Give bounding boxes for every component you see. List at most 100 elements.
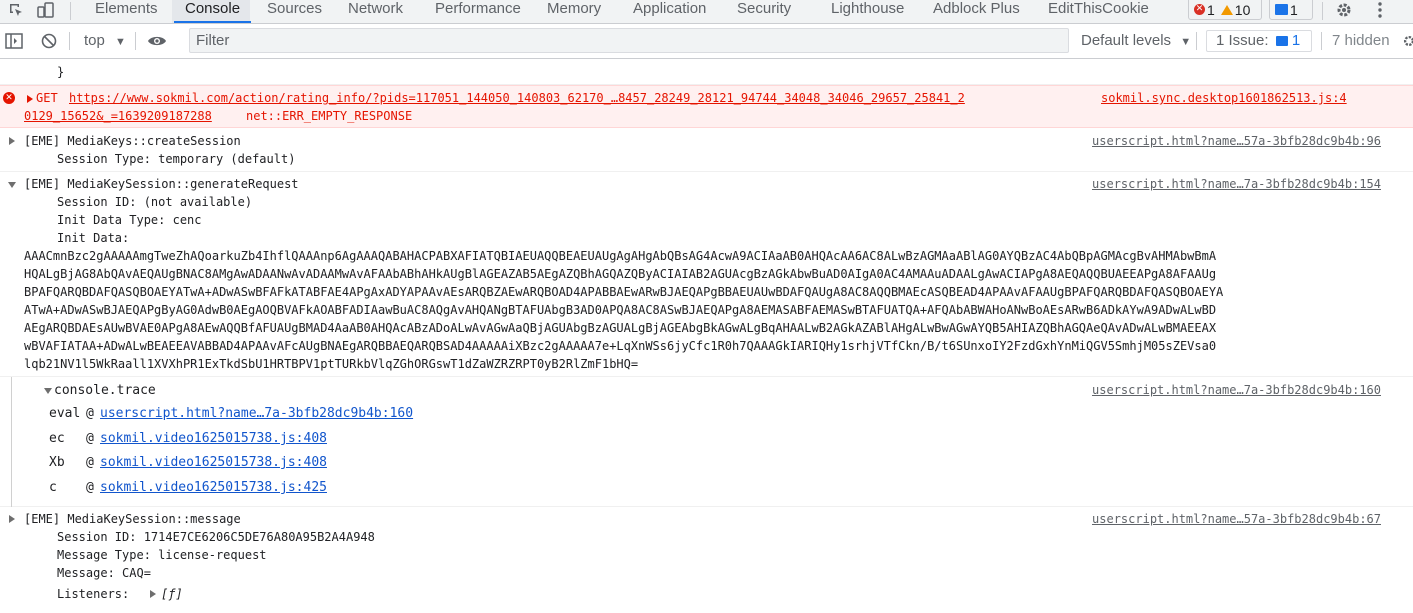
tab-security[interactable]: Security	[737, 0, 791, 23]
filter-input[interactable]	[189, 28, 1069, 53]
chevron-down-icon: ▼	[1180, 36, 1192, 48]
error-circle-icon: ✕	[3, 92, 15, 104]
error-source-link[interactable]: sokmil.sync.desktop1601862513.js:4	[1101, 91, 1347, 106]
stack-frame-function: c	[49, 480, 57, 495]
tab-network[interactable]: Network	[348, 0, 403, 23]
tab-application[interactable]: Application	[633, 0, 706, 23]
message-title: [EME] MediaKeySession::generateRequest	[24, 177, 299, 191]
issues-button[interactable]: 1 Issue: 1	[1206, 30, 1312, 52]
message-source-link[interactable]: userscript.html?name…7a-3bfb28dc9b4b:160	[1092, 383, 1381, 398]
stack-frame-function: ec	[49, 431, 65, 446]
live-expression-eye-icon[interactable]	[146, 31, 168, 51]
message-detail: Session ID: 1714E7CE6206C5DE76A80A95B2A4…	[57, 530, 375, 544]
hidden-count: 7 hidden	[1332, 32, 1390, 49]
init-data-line: wBVAFIATAA+ADwALwBEAEEAVABBAD4APAAvAFcAU…	[24, 339, 1217, 353]
expand-triangle-icon[interactable]	[9, 515, 15, 523]
stack-frame-function: eval	[49, 406, 81, 421]
collapse-triangle-icon[interactable]	[44, 388, 52, 394]
tab-elements[interactable]: Elements	[95, 0, 158, 23]
settings-gear-icon[interactable]	[1334, 0, 1354, 20]
collapse-triangle-icon[interactable]	[8, 182, 16, 188]
tab-editthiscookie[interactable]: EditThisCookie	[1048, 0, 1149, 23]
message-title: [EME] MediaKeys::createSession	[24, 134, 241, 148]
message-count: 1	[1290, 1, 1298, 18]
issues-count: 1	[1291, 32, 1301, 49]
error-icon: ✕	[1194, 4, 1205, 15]
toolbar-divider	[69, 32, 70, 50]
tab-console[interactable]: Console	[173, 0, 252, 23]
chevron-down-icon: ▼	[115, 36, 126, 48]
init-data-line: AEgARQBDAEsAUwBVAE0APgA8AEwAQQBfAFUAUgBM…	[24, 321, 1217, 335]
message-detail: Session ID: (not available)	[57, 195, 253, 209]
stack-frame-at: @	[86, 455, 94, 470]
expand-triangle-icon[interactable]	[9, 137, 15, 145]
console-message-generate-request: [EME] MediaKeySession::generateRequest u…	[0, 172, 1413, 377]
toolbar-divider	[135, 32, 136, 50]
error-url-continued[interactable]: 0129_15652&_=1639209187288	[24, 109, 212, 124]
stack-frame-link[interactable]: sokmil.video1625015738.js:408	[100, 455, 327, 470]
message-detail: Message: CAQ=	[57, 566, 151, 580]
init-data-line: lqb21NV1l5WkRaall1XVXhPR1ExTkdSbU1HRTBPV…	[24, 357, 639, 371]
message-detail: Listeners:	[57, 587, 130, 601]
log-levels-value: Default levels	[1081, 32, 1172, 49]
log-levels-dropdown[interactable]: Default levels ▼	[1081, 24, 1191, 59]
issue-icon	[1275, 36, 1288, 46]
device-toolbar-icon[interactable]	[36, 0, 56, 20]
error-warning-counter[interactable]: ✕ 1 10	[1188, 0, 1262, 20]
error-url-link[interactable]: https://www.sokmil.com/action/rating_inf…	[69, 91, 965, 106]
init-data-line: AAACmnBzc2gAAAAAmgTweZhAQoarkuZb4IhflQAA…	[24, 249, 1217, 263]
expand-triangle-icon[interactable]	[150, 590, 156, 598]
message-detail: Init Data:	[57, 231, 130, 245]
stack-frame-link[interactable]: userscript.html?name…7a-3bfb28dc9b4b:160	[100, 406, 413, 421]
expand-triangle-icon[interactable]	[27, 95, 33, 103]
tab-performance[interactable]: Performance	[435, 0, 521, 23]
console-trace-group: console.trace userscript.html?name…7a-3b…	[0, 377, 1413, 507]
trace-title: console.trace	[54, 383, 156, 398]
stack-frame-at: @	[86, 406, 94, 421]
init-data-block: AAACmnBzc2gAAAAAmgTweZhAQoarkuZb4IhflQAA…	[24, 249, 1399, 372]
message-source-link[interactable]: userscript.html?name…7a-3bfb28dc9b4b:154	[1092, 177, 1381, 192]
toolbar-divider	[1321, 32, 1322, 50]
init-data-line: HQALgBjAG8AbQAvAEQAUgBNAC8AMgAwADAANwAvA…	[24, 267, 1217, 281]
tab-sources[interactable]: Sources	[267, 0, 322, 23]
issues-label: 1 Issue:	[1216, 32, 1269, 49]
inspect-element-icon[interactable]	[6, 0, 26, 20]
show-sidebar-icon[interactable]	[4, 31, 24, 51]
toolbar-divider	[1322, 2, 1323, 20]
more-options-icon[interactable]	[1370, 0, 1390, 20]
stack-frame-link[interactable]: sokmil.video1625015738.js:408	[100, 431, 327, 446]
stack-frame-at: @	[86, 480, 94, 495]
console-toolbar: top ▼ Default levels ▼ 1 Issue: 1 7 hidd…	[0, 24, 1413, 59]
toolbar-divider	[70, 2, 71, 20]
message-source-link[interactable]: userscript.html?name…57a-3bfb28dc9b4b:96	[1092, 134, 1381, 149]
message-icon	[1275, 4, 1288, 15]
message-source-link[interactable]: userscript.html?name…57a-3bfb28dc9b4b:67	[1092, 512, 1381, 527]
group-indent-line	[11, 377, 12, 507]
messages-counter[interactable]: 1	[1269, 0, 1313, 20]
context-selector[interactable]: top ▼	[84, 24, 126, 59]
clear-console-icon[interactable]	[39, 31, 59, 51]
object-close-brace: }	[57, 65, 65, 79]
init-data-line: ATwA+ADwASwBJAEQAPgByAG0AdwB0AEgAOQBVAFk…	[24, 303, 1217, 317]
error-count: 1	[1207, 1, 1215, 18]
warning-icon	[1220, 4, 1233, 15]
warning-count: 10	[1234, 1, 1251, 18]
toolbar-divider	[1196, 32, 1197, 50]
devtools-tab-bar: Elements Console Sources Network Perform…	[0, 0, 1413, 24]
message-title: [EME] MediaKeySession::message	[24, 512, 241, 526]
tab-lighthouse[interactable]: Lighthouse	[831, 0, 904, 23]
error-status: net::ERR_EMPTY_RESPONSE	[246, 109, 413, 123]
stack-frame-function: Xb	[49, 455, 65, 470]
console-message-create-session: [EME] MediaKeys::createSession userscrip…	[0, 129, 1413, 172]
message-detail: Session Type: temporary (default)	[57, 152, 296, 166]
message-detail: Init Data Type: cenc	[57, 213, 202, 227]
init-data-line: BPAFQARQBDAFQASQBOAEYATwA+ADwASwBFAFkATA…	[24, 285, 1224, 299]
stack-frame-link[interactable]: sokmil.video1625015738.js:425	[100, 480, 327, 495]
console-message-key-message: [EME] MediaKeySession::message userscrip…	[0, 507, 1413, 613]
tab-adblock-plus[interactable]: Adblock Plus	[933, 0, 1020, 23]
console-settings-gear-icon[interactable]	[1402, 31, 1413, 51]
stack-frame-at: @	[86, 431, 94, 446]
console-messages: } ✕ GET https://www.sokmil.com/action/ra…	[0, 59, 1413, 613]
console-error-message: ✕ GET https://www.sokmil.com/action/rati…	[0, 85, 1413, 128]
tab-memory[interactable]: Memory	[547, 0, 601, 23]
